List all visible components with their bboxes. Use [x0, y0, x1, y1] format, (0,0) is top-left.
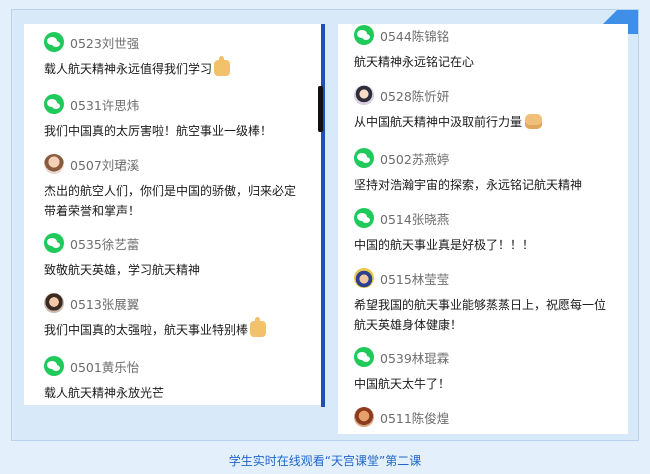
column-divider — [321, 24, 325, 407]
comment-username: 0513张展翼 — [70, 296, 140, 312]
comment-item: 0535徐艺蕾 致敬航天英雄，学习航天精神 — [24, 233, 321, 280]
comment-panel-left[interactable]: 0523刘世强 载人航天精神永远值得我们学习 0531许思炜 我们中国真的太厉害… — [24, 24, 321, 405]
comment-item: 0539林琨霖 中国航天太牛了！ — [338, 347, 628, 394]
comment-text: 坚持对浩瀚宇宙的探索，永远铭记航天精神 — [354, 178, 583, 192]
comment-text: 中国的航天事业真是好极了！！！ — [354, 238, 535, 252]
comment-item: 0511陈俊煌 — [338, 407, 628, 427]
wechat-icon — [44, 233, 64, 253]
wechat-icon — [44, 356, 64, 376]
wechat-icon — [354, 25, 374, 45]
comment-text: 载人航天精神永放光芒 — [44, 386, 165, 400]
comment-username: 0539林琨霖 — [380, 350, 450, 366]
comment-username: 0507刘珺溪 — [70, 157, 140, 173]
comment-text: 我们中国真的太厉害啦！航空事业一级棒！ — [44, 124, 273, 138]
comment-item: 0514张晓燕 中国的航天事业真是好极了！！！ — [338, 208, 628, 255]
comment-panel-right[interactable]: 0544陈锦铭 航天精神永远铭记在心 0528陈忻妍 从中国航天精神中汲取前行力… — [338, 24, 628, 434]
comment-username: 0531许思炜 — [70, 97, 140, 113]
wechat-icon — [354, 347, 374, 367]
comment-text: 希望我国的航天事业能够蒸蒸日上，祝愿每一位航天英雄身体健康！ — [354, 298, 607, 332]
wechat-icon — [354, 208, 374, 228]
thumbs-up-icon — [250, 317, 267, 337]
user-avatar-icon — [354, 268, 374, 288]
comment-item: 0507刘珺溪 杰出的航空人们，你们是中国的骄傲，归来必定带着荣誉和掌声！ — [24, 154, 321, 221]
comment-item: 0528陈忻妍 从中国航天精神中汲取前行力量 — [338, 85, 628, 132]
user-avatar-icon — [354, 407, 374, 427]
image-caption: 学生实时在线观看“天宫课堂”第二课 — [228, 454, 422, 468]
scrollbar-thumb[interactable] — [318, 86, 323, 132]
comment-username: 0544陈锦铭 — [380, 28, 450, 44]
comment-item: 0523刘世强 载人航天精神永远值得我们学习 — [24, 32, 321, 79]
comment-item: 0502苏燕婷 坚持对浩瀚宇宙的探索，永远铭记航天精神 — [338, 148, 628, 195]
comment-text: 致敬航天英雄，学习航天精神 — [44, 263, 201, 277]
comment-item: 0501黄乐怡 载人航天精神永放光芒 — [24, 356, 321, 403]
comment-username: 0523刘世强 — [70, 35, 140, 51]
comment-username: 0514张晓燕 — [380, 211, 450, 227]
comment-text: 航天精神永远铭记在心 — [354, 55, 475, 69]
comment-text: 载人航天精神永远值得我们学习 — [44, 62, 213, 76]
comment-text: 从中国航天精神中汲取前行力量 — [354, 115, 523, 129]
wechat-icon — [354, 148, 374, 168]
wechat-icon — [44, 32, 64, 52]
comment-item: 0513张展翼 我们中国真的太强啦，航天事业特别棒 — [24, 293, 321, 340]
comment-username: 0535徐艺蕾 — [70, 236, 140, 252]
thumbs-up-icon — [214, 56, 231, 76]
user-avatar-icon — [44, 293, 64, 313]
comment-item: 0531许思炜 我们中国真的太厉害啦！航空事业一级棒！ — [24, 94, 321, 141]
comment-username: 0511陈俊煌 — [380, 410, 450, 426]
comment-username: 0528陈忻妍 — [380, 88, 450, 104]
comment-item: 0544陈锦铭 航天精神永远铭记在心 — [338, 25, 628, 72]
user-avatar-icon — [44, 154, 64, 174]
wechat-icon — [44, 94, 64, 114]
fist-icon — [525, 114, 543, 129]
comment-username: 0502苏燕婷 — [380, 151, 450, 167]
comment-text: 我们中国真的太强啦，航天事业特别棒 — [44, 323, 249, 337]
user-avatar-icon — [354, 85, 374, 105]
comment-text: 杰出的航空人们，你们是中国的骄傲，归来必定带着荣誉和掌声！ — [44, 184, 297, 218]
comment-username: 0515林莹莹 — [380, 271, 450, 287]
comment-text: 中国航天太牛了！ — [354, 377, 451, 391]
comment-username: 0501黄乐怡 — [70, 359, 140, 375]
comment-item: 0515林莹莹 希望我国的航天事业能够蒸蒸日上，祝愿每一位航天英雄身体健康！ — [338, 268, 628, 335]
